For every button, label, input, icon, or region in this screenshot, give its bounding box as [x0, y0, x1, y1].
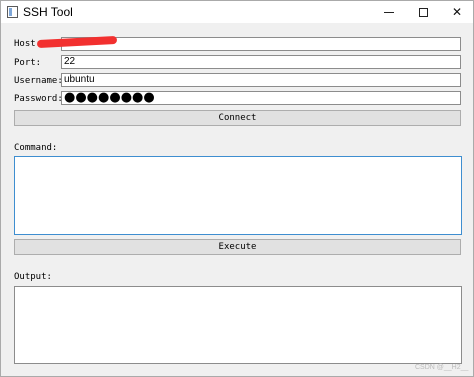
output-label: Output:	[14, 272, 52, 282]
minimize-icon	[384, 11, 394, 13]
host-field[interactable]	[61, 37, 461, 51]
username-label: Username:	[14, 76, 63, 86]
connect-button[interactable]: Connect	[14, 110, 461, 126]
maximize-button[interactable]	[405, 1, 441, 23]
command-label: Command:	[14, 143, 58, 153]
ssh-tool-window: SSH Tool ✕ Host: Port: 22 Username: ubun…	[0, 0, 474, 377]
maximize-icon	[418, 7, 428, 17]
minimize-button[interactable]	[371, 1, 407, 23]
app-icon	[7, 6, 18, 18]
command-input[interactable]	[14, 156, 462, 235]
password-field[interactable]: ●●●●●●●●	[61, 91, 461, 105]
password-mask: ●●●●●●●●	[64, 91, 155, 105]
password-label: Password:	[14, 94, 63, 104]
port-field[interactable]: 22	[61, 55, 461, 69]
close-button[interactable]: ✕	[439, 1, 474, 23]
output-area	[14, 286, 462, 364]
window-title: SSH Tool	[23, 5, 73, 19]
username-field[interactable]: ubuntu	[61, 73, 461, 87]
execute-button[interactable]: Execute	[14, 239, 461, 255]
title-bar: SSH Tool ✕	[1, 1, 473, 23]
watermark: CSDN @__H2__	[415, 364, 469, 371]
port-label: Port:	[14, 58, 42, 68]
close-icon: ✕	[451, 5, 463, 19]
